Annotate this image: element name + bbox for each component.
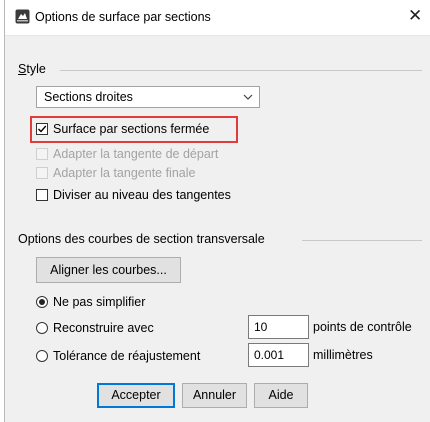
checkbox-label: Adapter la tangente de départ [53,147,219,161]
style-group-divider [60,70,422,71]
rebuild-points-unit: points de contrôle [313,320,412,334]
checkbox-label: Adapter la tangente finale [53,166,196,180]
radio-label: Reconstruire avec [53,321,154,335]
checkbox-split-tangents[interactable]: Diviser au niveau des tangentes [36,188,276,204]
checkbox-box [36,148,48,160]
chevron-down-icon [243,94,253,100]
checkbox-box[interactable] [36,189,48,201]
window-title: Options de surface par sections [35,10,211,24]
accept-button[interactable]: Accepter [97,383,175,408]
checkbox-label: Diviser au niveau des tangentes [53,188,231,202]
title-bar: Options de surface par sections ✕ [5,0,430,36]
radio-circle[interactable] [36,350,48,362]
curves-group-divider [302,240,422,241]
refit-tolerance-input[interactable]: 0.001 [248,343,309,367]
checkbox-end-tangent: Adapter la tangente finale [36,166,266,182]
help-button[interactable]: Aide [254,383,308,408]
style-dropdown-value: Sections droites [44,90,133,104]
checkbox-closed-surface[interactable]: Surface par sections fermée [36,122,236,138]
radio-rebuild[interactable]: Reconstruire avec [36,321,236,337]
radio-no-simplify[interactable]: Ne pas simplifier [36,295,236,311]
style-group-label: Style [18,62,46,76]
align-curves-button[interactable]: Aligner les courbes... [36,257,181,283]
checkbox-start-tangent: Adapter la tangente de départ [36,147,266,163]
style-group-label-rest: tyle [26,62,46,76]
checkbox-box [36,167,48,179]
radio-circle[interactable] [36,296,48,308]
checkbox-box[interactable] [36,123,48,135]
radio-dot [39,299,45,305]
radio-label: Tolérance de réajustement [53,349,201,363]
checkbox-label: Surface par sections fermée [53,122,210,136]
checkmark-icon [38,125,47,133]
rhino-icon [15,9,30,24]
cancel-button[interactable]: Annuler [182,383,247,408]
close-icon[interactable]: ✕ [408,7,422,25]
curves-group-label: Options des courbes de section transvers… [18,232,265,246]
radio-circle[interactable] [36,322,48,334]
dialog-window: Options de surface par sections ✕ Style … [4,0,430,422]
radio-refit-tolerance[interactable]: Tolérance de réajustement [36,349,246,365]
rebuild-points-input[interactable]: 10 [248,315,309,339]
refit-tolerance-unit: millimètres [313,348,373,362]
radio-label: Ne pas simplifier [53,295,146,309]
style-dropdown[interactable]: Sections droites [36,86,260,108]
